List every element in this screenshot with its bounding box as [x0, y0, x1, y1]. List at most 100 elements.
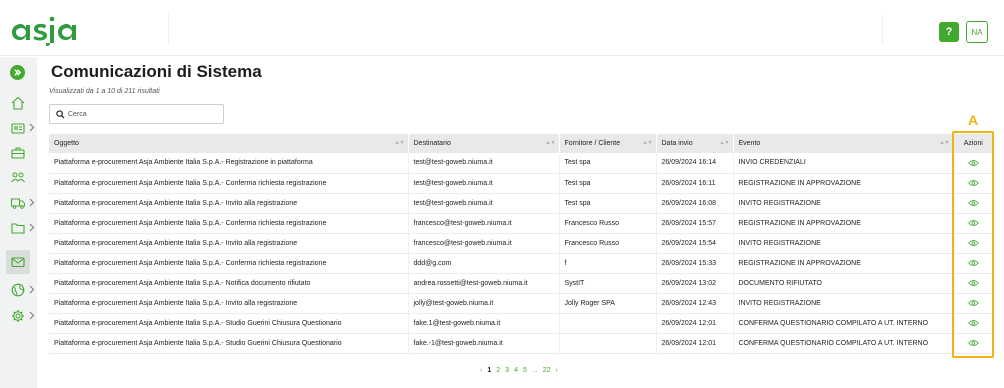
expand-sidebar-button[interactable] — [10, 65, 25, 80]
column-header-evento[interactable]: Evento ▲▼ — [733, 134, 954, 153]
cell-destinatario: test@test-goweb.niuma.it — [408, 193, 560, 214]
cell-evento: INVITO REGISTRAZIONE — [733, 233, 954, 254]
view-eye-icon[interactable] — [967, 339, 979, 347]
sidebar-item-registry[interactable] — [0, 117, 37, 139]
chevron-right-icon — [29, 223, 35, 232]
cell-fornitore: Test spa — [559, 153, 657, 174]
sidebar-item-settings[interactable] — [0, 305, 37, 327]
mail-icon — [11, 257, 25, 268]
sort-icon[interactable]: ▲▼ — [643, 140, 653, 146]
globe-icon — [11, 283, 25, 297]
sidebar-item-documents[interactable] — [0, 217, 37, 239]
sort-icon[interactable]: ▲▼ — [395, 140, 405, 146]
page-link-last[interactable]: 22 — [543, 367, 551, 374]
sort-icon[interactable]: ▲▼ — [720, 140, 730, 146]
header-divider — [168, 14, 169, 44]
page-link[interactable]: 5 — [523, 367, 527, 374]
page-link[interactable]: 3 — [505, 367, 509, 374]
column-header-oggetto[interactable]: Oggetto ▲▼ — [49, 134, 409, 153]
sort-icon[interactable]: ▲▼ — [546, 140, 556, 146]
cell-evento: REGISTRAZIONE IN APPROVAZIONE — [733, 213, 954, 234]
view-eye-icon[interactable] — [967, 239, 979, 247]
view-eye-icon[interactable] — [967, 219, 979, 227]
cell-oggetto: Piattaforma e-procurement Asja Ambiente … — [49, 233, 409, 254]
column-header-label: Evento — [738, 140, 761, 147]
cell-oggetto: Piattaforma e-procurement Asja Ambiente … — [49, 193, 409, 214]
cell-oggetto: Piattaforma e-procurement Asja Ambiente … — [49, 313, 409, 334]
cell-data-invio: 26/09/2024 15:33 — [656, 253, 734, 274]
header-divider-right — [882, 14, 883, 44]
cell-oggetto: Piattaforma e-procurement Asja Ambiente … — [49, 333, 409, 354]
truck-icon — [11, 198, 25, 209]
asja-logo[interactable] — [10, 10, 82, 46]
user-avatar-button[interactable]: NA — [966, 21, 988, 43]
cell-data-invio: 26/09/2024 12:01 — [656, 333, 734, 354]
column-header-label: Destinatario — [413, 140, 451, 147]
cell-fornitore: Test spa — [559, 193, 657, 214]
cell-destinatario: andrea.rossetti@test-goweb.niuma.it — [408, 273, 560, 294]
sidebar-item-briefcase[interactable] — [0, 142, 37, 164]
view-eye-icon[interactable] — [967, 199, 979, 207]
cell-azioni — [953, 213, 993, 234]
view-eye-icon[interactable] — [967, 299, 979, 307]
page-title: Comunicazioni di Sistema — [51, 62, 262, 81]
id-card-icon — [11, 123, 25, 134]
cell-data-invio: 26/09/2024 12:01 — [656, 313, 734, 334]
cell-fornitore — [559, 333, 657, 354]
communications-table: Oggetto ▲▼ Destinatario ▲▼ Fornitore / Cli… — [49, 134, 993, 354]
cell-azioni — [953, 313, 993, 334]
view-eye-icon[interactable] — [967, 179, 979, 187]
results-count: Visualizzati da 1 a 10 di 211 risultati — [49, 88, 160, 95]
sidebar-item-globe[interactable] — [0, 279, 37, 301]
help-button[interactable]: ? — [939, 22, 959, 42]
column-header-destinatario[interactable]: Destinatario ▲▼ — [408, 134, 560, 153]
top-bar: ? NA — [0, 0, 1004, 56]
cell-destinatario: jolly@test-goweb.niuma.it — [408, 293, 560, 314]
table-row: Piattaforma e-procurement Asja Ambiente … — [49, 153, 993, 174]
view-eye-icon[interactable] — [967, 259, 979, 267]
page-link[interactable]: 2 — [496, 367, 500, 374]
column-header-label: Oggetto — [54, 140, 79, 147]
column-header-fornitore[interactable]: Fornitore / Cliente ▲▼ — [559, 134, 657, 153]
sidebar-item-logistics[interactable] — [0, 192, 37, 214]
cell-azioni — [953, 253, 993, 274]
briefcase-icon — [11, 147, 25, 159]
cell-evento: INVIO CREDENZIALI — [733, 153, 954, 174]
sidebar-item-home[interactable] — [0, 92, 37, 114]
cell-oggetto: Piattaforma e-procurement Asja Ambiente … — [49, 153, 409, 174]
search-icon — [56, 110, 65, 119]
page-link-current[interactable]: 1 — [487, 367, 491, 374]
cell-evento: INVITO REGISTRAZIONE — [733, 293, 954, 314]
cell-azioni — [953, 153, 993, 174]
cell-azioni — [953, 333, 993, 354]
search-input[interactable] — [68, 108, 218, 121]
sidebar-item-users[interactable] — [0, 167, 37, 189]
cell-fornitore: SystIT — [559, 273, 657, 294]
cell-destinatario: test@test-goweb.niuma.it — [408, 173, 560, 194]
table-row: Piattaforma e-procurement Asja Ambiente … — [49, 253, 993, 274]
chevron-right-icon — [29, 198, 35, 207]
sidebar-item-communications[interactable] — [6, 250, 30, 274]
next-page-button[interactable]: › — [556, 367, 558, 374]
home-icon — [11, 96, 25, 110]
view-eye-icon[interactable] — [967, 319, 979, 327]
cell-evento: CONFERMA QUESTIONARIO COMPILATO A UT. IN… — [733, 313, 954, 334]
cell-azioni — [953, 273, 993, 294]
cell-fornitore: Test spa — [559, 173, 657, 194]
double-chevron-right-icon — [14, 69, 22, 76]
column-header-data-invio[interactable]: Data invio ▲▼ — [656, 134, 734, 153]
cell-evento: INVITO REGISTRAZIONE — [733, 193, 954, 214]
cell-destinatario: fake.-1@test-goweb.niuma.it — [408, 333, 560, 354]
view-eye-icon[interactable] — [967, 279, 979, 287]
column-header-label: Data invio — [661, 140, 693, 147]
chevron-right-icon — [29, 123, 35, 132]
view-eye-icon[interactable] — [967, 159, 979, 167]
cell-evento: CONFERMA QUESTIONARIO COMPILATO A UT. IN… — [733, 333, 954, 354]
cell-fornitore: f — [559, 253, 657, 274]
search-box[interactable] — [49, 104, 224, 124]
prev-page-button[interactable]: ‹ — [480, 367, 482, 374]
sort-icon[interactable]: ▲▼ — [940, 140, 950, 146]
page-link[interactable]: 4 — [514, 367, 518, 374]
cell-destinatario: francesco@test-goweb.niuma.it — [408, 233, 560, 254]
cell-azioni — [953, 193, 993, 214]
